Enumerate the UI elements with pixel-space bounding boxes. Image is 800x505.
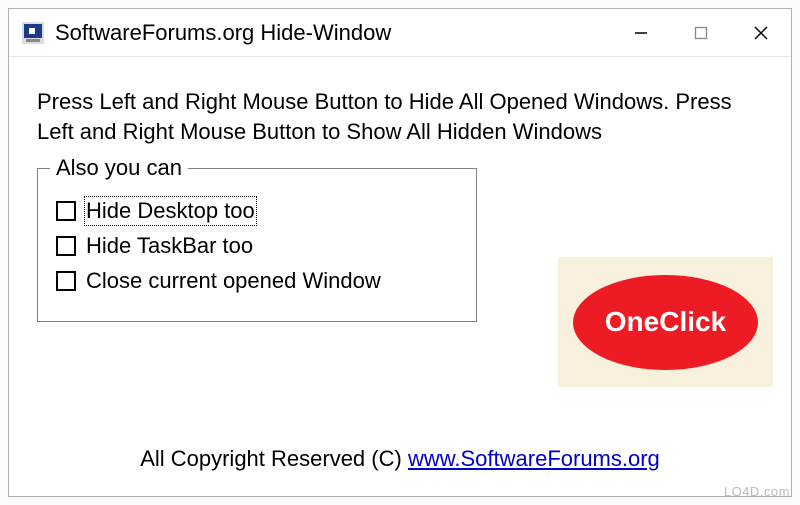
window-controls <box>611 9 791 56</box>
instructions-text: Press Left and Right Mouse Button to Hid… <box>37 87 763 146</box>
window-title: SoftwareForums.org Hide-Window <box>55 20 611 46</box>
checkbox-label: Hide TaskBar too <box>86 233 253 259</box>
checkbox-label: Close current opened Window <box>86 268 381 294</box>
checkbox-row-close-window[interactable]: Close current opened Window <box>56 268 458 294</box>
checkbox-hide-desktop[interactable] <box>56 201 76 221</box>
minimize-button[interactable] <box>611 9 671 56</box>
oneclick-ellipse-icon: OneClick <box>573 275 758 370</box>
window-content: Press Left and Right Mouse Button to Hid… <box>9 57 791 496</box>
checkbox-hide-taskbar[interactable] <box>56 236 76 256</box>
app-window: SoftwareForums.org Hide-Window Press Lef… <box>8 8 792 497</box>
oneclick-logo-box: OneClick <box>558 257 773 387</box>
maximize-button[interactable] <box>671 9 731 56</box>
copyright-text: All Copyright Reserved (C) <box>140 446 408 471</box>
titlebar[interactable]: SoftwareForums.org Hide-Window <box>9 9 791 57</box>
checkbox-row-hide-desktop[interactable]: Hide Desktop too <box>56 198 458 224</box>
fieldset-legend: Also you can <box>50 155 188 181</box>
app-icon <box>21 21 45 45</box>
checkbox-label: Hide Desktop too <box>86 198 255 224</box>
watermark-text: LO4D.com <box>724 484 790 499</box>
close-button[interactable] <box>731 9 791 56</box>
oneclick-text: OneClick <box>605 306 726 338</box>
checkbox-row-hide-taskbar[interactable]: Hide TaskBar too <box>56 233 458 259</box>
options-fieldset: Also you can Hide Desktop too Hide TaskB… <box>37 168 477 322</box>
copyright-line: All Copyright Reserved (C) www.SoftwareF… <box>9 446 791 472</box>
copyright-link[interactable]: www.SoftwareForums.org <box>408 446 660 471</box>
checkbox-close-window[interactable] <box>56 271 76 291</box>
